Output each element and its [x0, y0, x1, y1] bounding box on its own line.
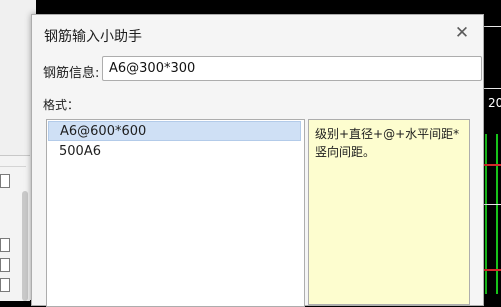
panel-checkbox[interactable] [0, 174, 10, 188]
cad-line [482, 88, 501, 89]
cad-canvas-top [36, 0, 501, 14]
format-description: 级别+直径+@+水平间距*竖向间距。 [308, 119, 470, 305]
panel-checkbox[interactable] [0, 258, 10, 272]
rebar-helper-dialog: 钢筋输入小助手 ✕ 钢筋信息: A6@300*300 格式： A6@600*60… [31, 14, 484, 307]
panel-row-divider [0, 166, 26, 167]
format-list[interactable]: A6@600*600 500A6 [46, 119, 305, 307]
panel-checkbox[interactable] [0, 238, 10, 252]
rebar-info-label: 钢筋信息: [43, 66, 100, 81]
rebar-info-input[interactable]: A6@300*300 [102, 56, 482, 81]
cad-line [482, 26, 501, 27]
cad-line [482, 204, 501, 205]
cad-canvas-right: 20 [482, 14, 501, 300]
close-icon[interactable]: ✕ [454, 25, 470, 42]
cad-line [482, 164, 501, 166]
background-side-panel [0, 155, 30, 301]
cad-dimension-text: 20 [488, 96, 501, 110]
panel-checkbox[interactable] [0, 278, 10, 292]
format-label: 格式： [43, 98, 80, 112]
dialog-titlebar[interactable]: 钢筋输入小助手 ✕ [32, 15, 483, 53]
panel-scrollbar[interactable] [22, 191, 28, 301]
dialog-title: 钢筋输入小助手 [44, 29, 142, 45]
cad-line [482, 269, 501, 271]
format-item-500a6[interactable]: 500A6 [48, 142, 301, 162]
format-item-a6-600[interactable]: A6@600*600 [48, 121, 301, 141]
